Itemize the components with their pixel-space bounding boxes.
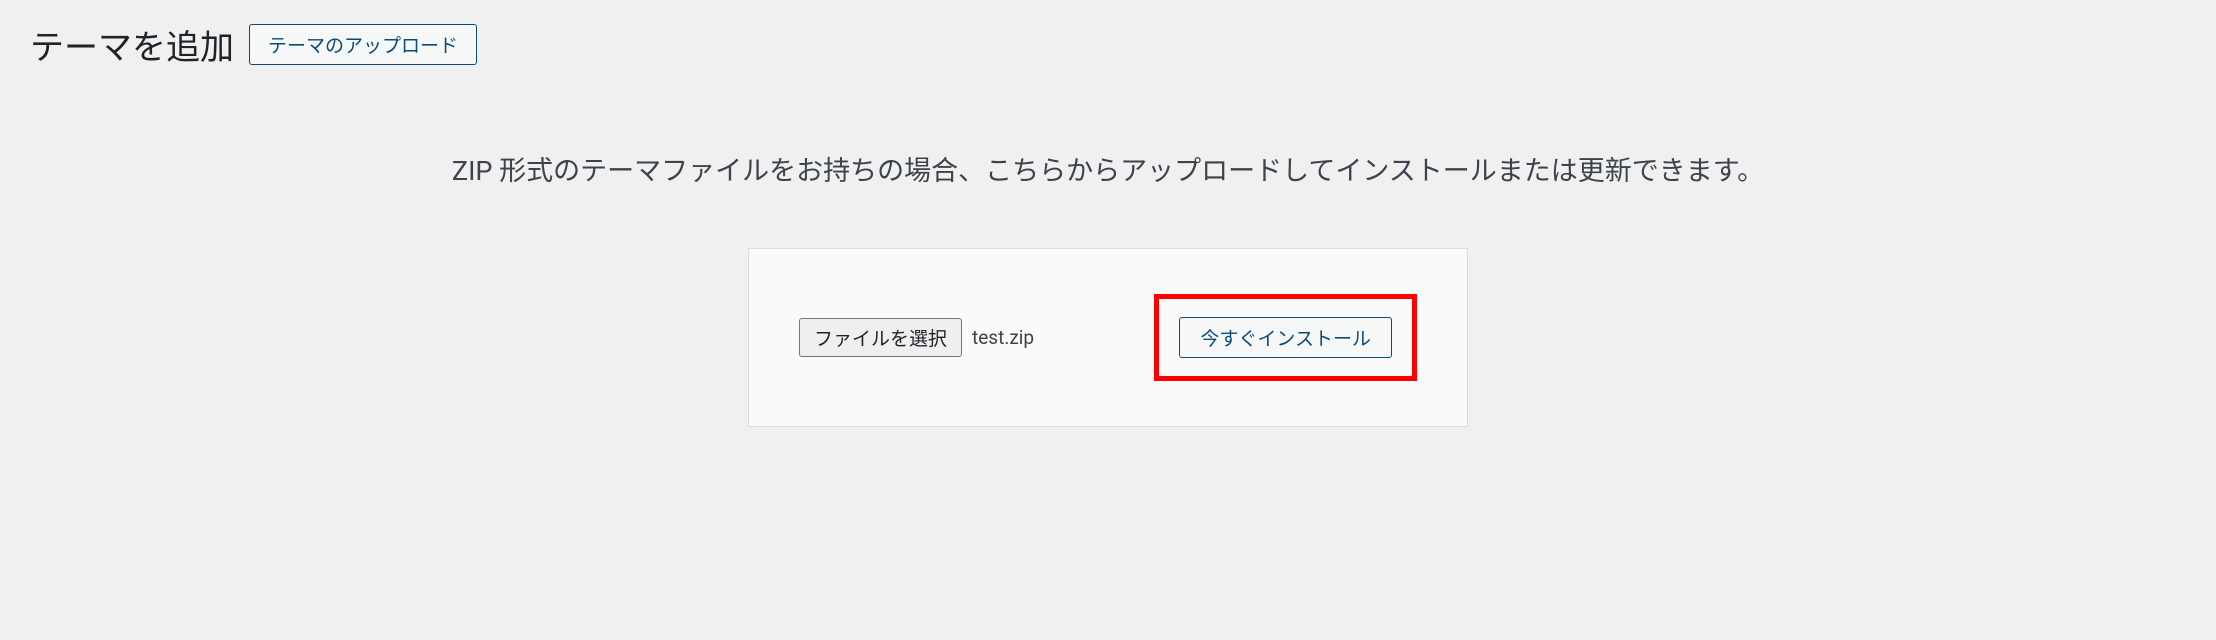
choose-file-button[interactable]: ファイルを選択 xyxy=(799,318,962,357)
install-now-button[interactable]: 今すぐインストール xyxy=(1179,317,1392,358)
upload-description: ZIP 形式のテーマファイルをお持ちの場合、こちらからアップロードしてインストー… xyxy=(30,149,2186,188)
selected-file-name: test.zip xyxy=(972,326,1034,349)
install-highlight: 今すぐインストール xyxy=(1154,294,1417,381)
upload-theme-button[interactable]: テーマのアップロード xyxy=(249,24,477,65)
file-section: ファイルを選択 test.zip xyxy=(799,318,1034,357)
upload-form: ファイルを選択 test.zip 今すぐインストール xyxy=(748,248,1468,427)
page-header: テーマを追加 テーマのアップロード xyxy=(30,20,2186,69)
page-title: テーマを追加 xyxy=(30,20,234,69)
